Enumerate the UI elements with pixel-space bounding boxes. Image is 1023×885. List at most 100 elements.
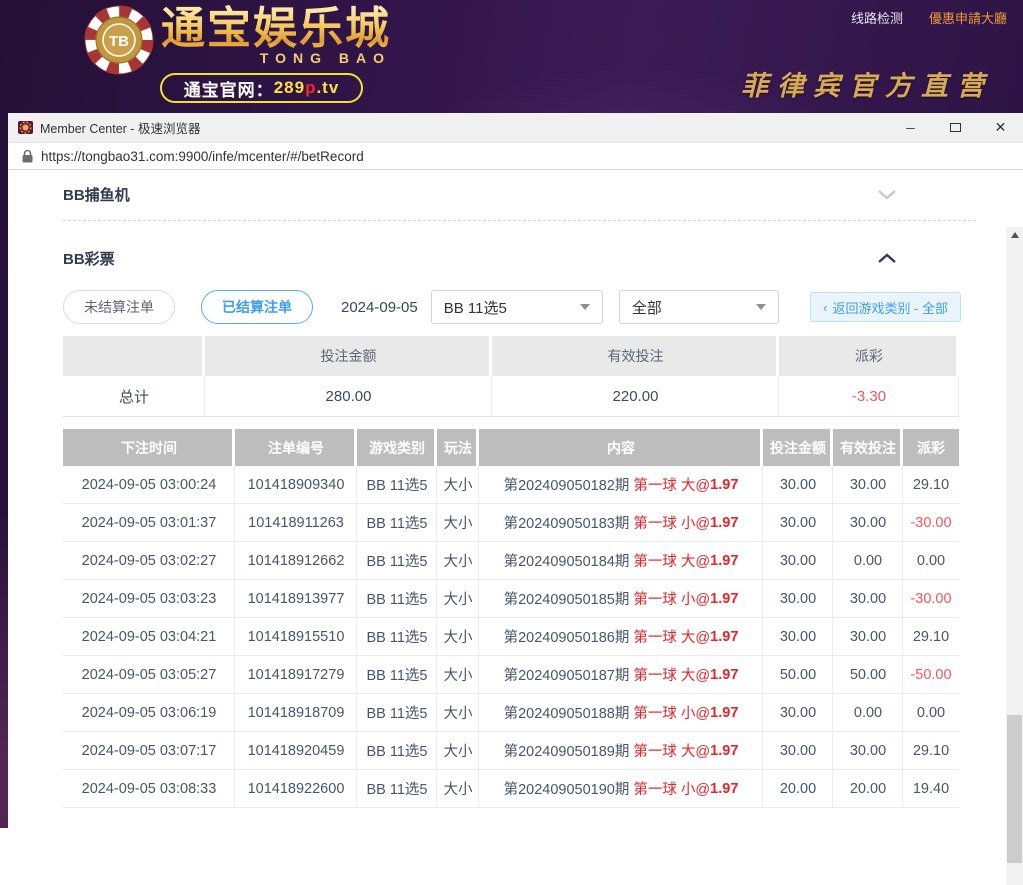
summary-header-payout: 派彩 bbox=[779, 336, 959, 376]
cell-content: 第202409050190期 第一球 小@1.97 bbox=[479, 770, 763, 808]
settled-bets-button[interactable]: 已结算注单 bbox=[201, 290, 313, 324]
cell-payout: -50.00 bbox=[903, 656, 959, 694]
col-header-play: 玩法 bbox=[437, 429, 479, 466]
table-row: 2024-09-05 03:06:19 101418918709 BB 11选5… bbox=[63, 694, 959, 732]
scrollbar-thumb[interactable] bbox=[1007, 715, 1022, 863]
cell-bet-id: 101418909340 bbox=[235, 466, 357, 504]
cell-valid-bet: 30.00 bbox=[833, 580, 903, 618]
summary-bet-amount: 280.00 bbox=[205, 376, 492, 417]
col-header-id: 注单编号 bbox=[235, 429, 357, 466]
cell-bet-amount: 30.00 bbox=[763, 466, 833, 504]
cell-time: 2024-09-05 03:04:21 bbox=[63, 618, 235, 656]
date-picker[interactable]: 2024-09-05 bbox=[341, 299, 418, 316]
content-period: 第202409050190期 bbox=[504, 778, 634, 799]
content-odds: 1.97 bbox=[710, 743, 738, 759]
back-arrow-icon: ‹ bbox=[823, 300, 827, 315]
cell-valid-bet: 50.00 bbox=[833, 656, 903, 694]
cell-game: BB 11选5 bbox=[357, 732, 437, 770]
cell-bet-amount: 30.00 bbox=[763, 504, 833, 542]
content-period: 第202409050187期 bbox=[504, 664, 634, 685]
content-period: 第202409050186期 bbox=[504, 626, 634, 647]
browser-window: Member Center - 极速浏览器 ─ ✕ https://tongba… bbox=[8, 113, 1023, 828]
cell-bet-id: 101418920459 bbox=[235, 732, 357, 770]
type-select[interactable]: 全部 bbox=[619, 290, 779, 324]
content-period: 第202409050189期 bbox=[504, 740, 634, 761]
scroll-up-arrow-icon[interactable] bbox=[1006, 227, 1023, 243]
vertical-scrollbar[interactable] bbox=[1006, 227, 1023, 885]
poker-chip-logo-icon: TB bbox=[83, 4, 155, 76]
cell-payout: 0.00 bbox=[903, 542, 959, 580]
cell-play: 大小 bbox=[437, 694, 479, 732]
cell-time: 2024-09-05 03:01:37 bbox=[63, 504, 235, 542]
official-site-badge: 通宝官网：289p.tv bbox=[160, 73, 363, 103]
cell-time: 2024-09-05 03:08:33 bbox=[63, 770, 235, 808]
cell-bet-id: 101418912662 bbox=[235, 542, 357, 580]
cell-bet-id: 101418913977 bbox=[235, 580, 357, 618]
cell-payout: 0.00 bbox=[903, 694, 959, 732]
section-lottery-header[interactable]: BB彩票 bbox=[63, 248, 959, 269]
cell-play: 大小 bbox=[437, 656, 479, 694]
cell-play: 大小 bbox=[437, 542, 479, 580]
filter-row: 未结算注单 已结算注单 2024-09-05 BB 11选5 全部 ‹ 返回游戏… bbox=[63, 290, 959, 324]
cell-bet-id: 101418911263 bbox=[235, 504, 357, 542]
maximize-icon bbox=[950, 123, 961, 132]
summary-header-blank bbox=[63, 336, 205, 376]
url-bar[interactable]: https://tongbao31.com:9900/infe/mcenter/… bbox=[8, 143, 1023, 170]
cell-valid-bet: 0.00 bbox=[833, 694, 903, 732]
content-odds: 1.97 bbox=[710, 477, 738, 493]
svg-text:TB: TB bbox=[109, 33, 129, 50]
table-row: 2024-09-05 03:00:24 101418909340 BB 11选5… bbox=[63, 466, 959, 504]
cell-content: 第202409050185期 第一球 小@1.97 bbox=[479, 580, 763, 618]
game-select[interactable]: BB 11选5 bbox=[431, 290, 603, 324]
dropdown-caret-icon bbox=[756, 304, 766, 310]
promo-hall-link[interactable]: 優惠申請大廳 bbox=[929, 8, 1007, 27]
cell-content: 第202409050182期 第一球 大@1.97 bbox=[479, 466, 763, 504]
table-row: 2024-09-05 03:08:33 101418922600 BB 11选5… bbox=[63, 770, 959, 808]
col-header-bet: 投注金额 bbox=[763, 429, 833, 466]
summary-header-bet: 投注金额 bbox=[205, 336, 492, 376]
table-row: 2024-09-05 03:05:27 101418917279 BB 11选5… bbox=[63, 656, 959, 694]
cell-content: 第202409050186期 第一球 大@1.97 bbox=[479, 618, 763, 656]
cell-valid-bet: 30.00 bbox=[833, 618, 903, 656]
summary-table: 投注金额 有效投注 派彩 总计 280.00 220.00 -3.30 bbox=[63, 336, 959, 417]
badge-label: 通宝官网： bbox=[184, 76, 274, 101]
cell-bet-amount: 50.00 bbox=[763, 656, 833, 694]
unsettled-bets-button[interactable]: 未结算注单 bbox=[63, 290, 175, 324]
content-pick: 第一球 大@ bbox=[633, 474, 710, 495]
cell-game: BB 11选5 bbox=[357, 694, 437, 732]
chevron-down-icon[interactable] bbox=[877, 189, 897, 200]
cell-game: BB 11选5 bbox=[357, 466, 437, 504]
content-odds: 1.97 bbox=[710, 553, 738, 569]
cell-bet-amount: 20.00 bbox=[763, 770, 833, 808]
content-period: 第202409050182期 bbox=[504, 474, 634, 495]
back-to-category-button[interactable]: ‹ 返回游戏类别 - 全部 bbox=[810, 292, 961, 322]
section-fishing-title: BB捕鱼机 bbox=[63, 184, 130, 205]
maximize-button[interactable] bbox=[933, 113, 978, 143]
chevron-up-icon[interactable] bbox=[877, 253, 897, 264]
cell-valid-bet: 30.00 bbox=[833, 504, 903, 542]
content-period: 第202409050188期 bbox=[504, 702, 634, 723]
content-odds: 1.97 bbox=[710, 667, 738, 683]
lock-icon bbox=[22, 150, 33, 163]
dropdown-caret-icon bbox=[580, 304, 590, 310]
col-header-time: 下注时间 bbox=[63, 429, 235, 466]
cell-payout: 29.10 bbox=[903, 466, 959, 504]
url-text[interactable]: https://tongbao31.com:9900/infe/mcenter/… bbox=[41, 149, 364, 164]
window-titlebar[interactable]: Member Center - 极速浏览器 ─ ✕ bbox=[8, 113, 1023, 143]
cell-bet-amount: 30.00 bbox=[763, 580, 833, 618]
cell-valid-bet: 30.00 bbox=[833, 732, 903, 770]
cell-payout: 19.40 bbox=[903, 770, 959, 808]
page-background: TB 通宝娱乐城 TONG BAO 通宝官网：289p.tv 线路检测 優惠申請… bbox=[0, 0, 1023, 828]
cell-bet-amount: 30.00 bbox=[763, 694, 833, 732]
line-check-link[interactable]: 线路检测 bbox=[851, 8, 903, 27]
cell-time: 2024-09-05 03:02:27 bbox=[63, 542, 235, 580]
cell-game: BB 11选5 bbox=[357, 770, 437, 808]
section-fishing-header[interactable]: BB捕鱼机 bbox=[63, 184, 959, 205]
table-row: 2024-09-05 03:03:23 101418913977 BB 11选5… bbox=[63, 580, 959, 618]
content-odds: 1.97 bbox=[710, 781, 738, 797]
minimize-button[interactable]: ─ bbox=[888, 113, 933, 143]
cell-game: BB 11选5 bbox=[357, 618, 437, 656]
cell-game: BB 11选5 bbox=[357, 504, 437, 542]
cell-bet-amount: 30.00 bbox=[763, 732, 833, 770]
close-button[interactable]: ✕ bbox=[978, 113, 1023, 143]
